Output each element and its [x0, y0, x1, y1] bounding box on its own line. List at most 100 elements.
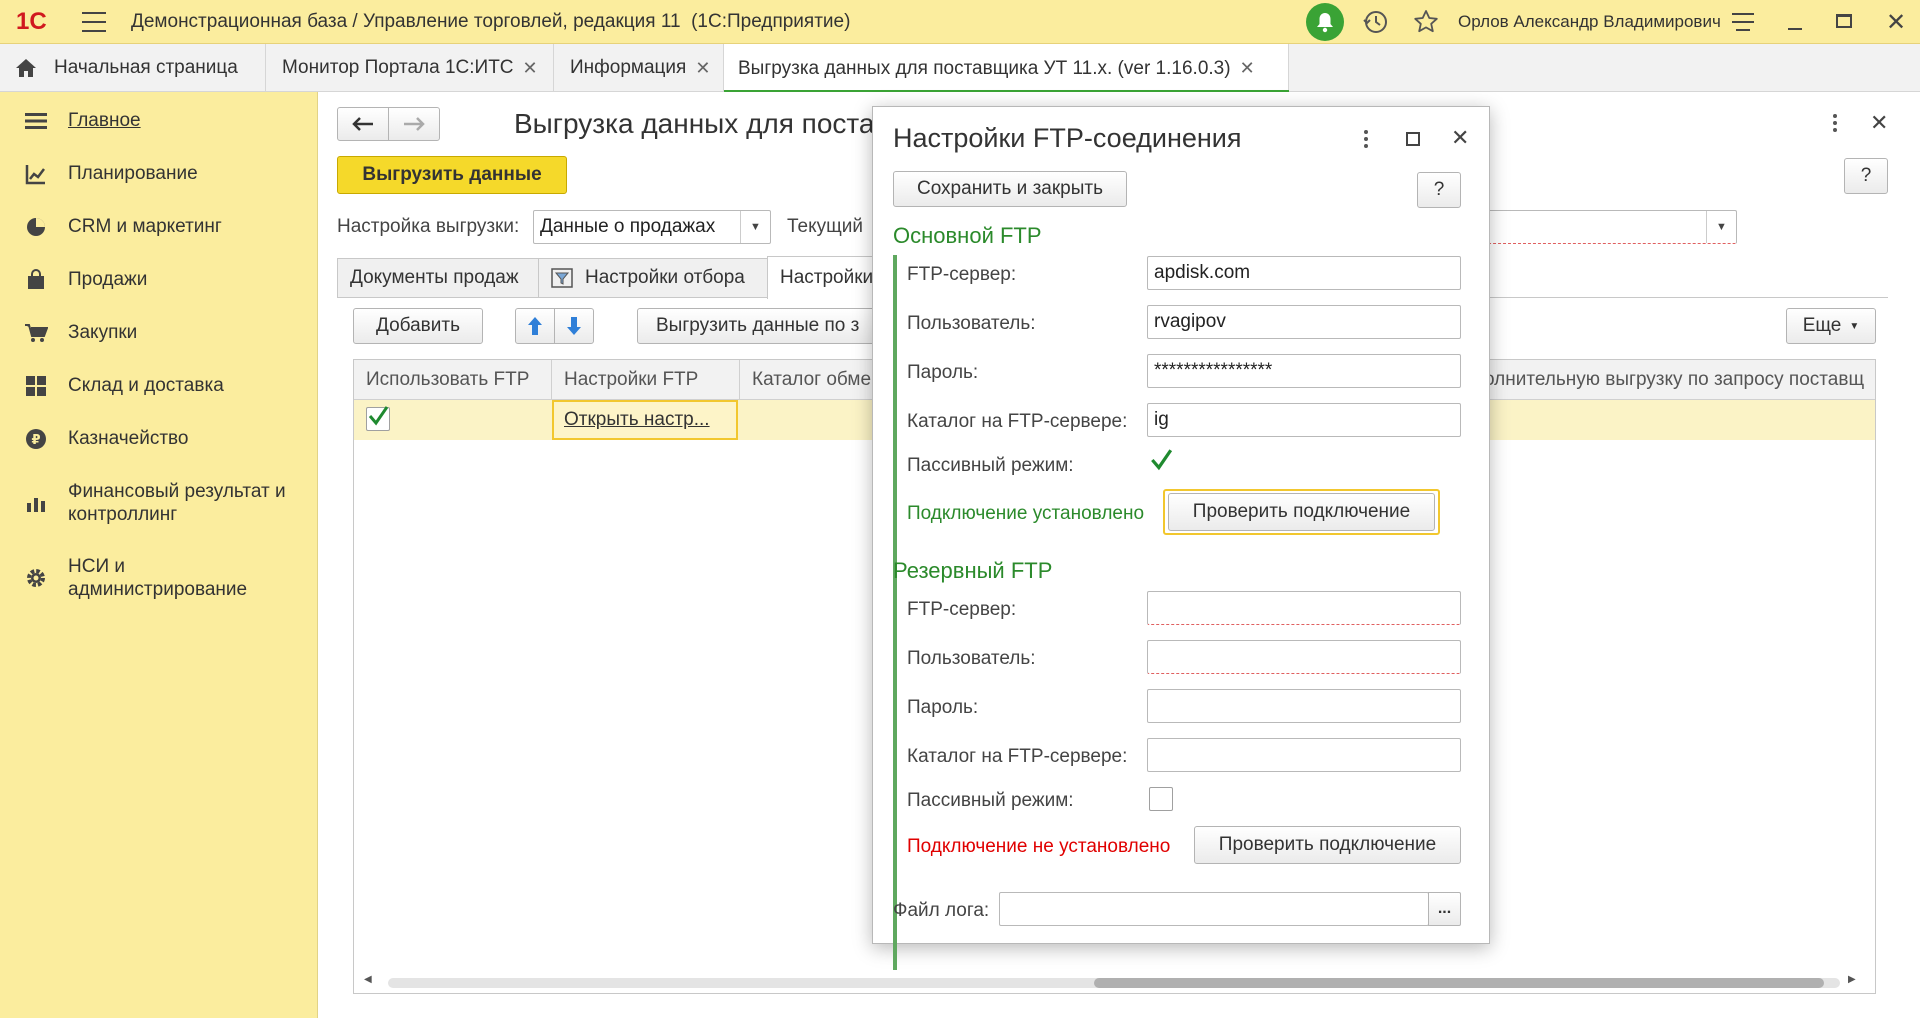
shopping-bag-icon	[22, 268, 50, 292]
horizontal-scrollbar[interactable]: ◀ ▶	[364, 974, 1864, 990]
sidebar-item-sales[interactable]: Продажи	[0, 265, 318, 295]
pie-chart-icon	[22, 215, 50, 239]
primary-user-field[interactable]: rvagipov	[1147, 305, 1461, 339]
settings-menu-icon[interactable]	[1732, 13, 1754, 31]
backup-dir-field[interactable]	[1147, 738, 1461, 772]
dropdown-arrow-icon[interactable]: ▼	[740, 211, 770, 243]
primary-password-value: ****************	[1154, 360, 1273, 381]
backup-password-field[interactable]	[1147, 689, 1461, 723]
minimize-icon[interactable]	[1788, 28, 1802, 30]
column-header[interactable]: Настройки FTP	[564, 369, 698, 391]
export-by-request-button[interactable]: Выгрузить данные по з	[637, 308, 897, 344]
planning-icon	[22, 162, 50, 186]
column-header[interactable]: Использовать FTP	[366, 369, 529, 391]
backup-user-field[interactable]	[1147, 640, 1461, 674]
sidebar-item-planning[interactable]: Планирование	[0, 159, 318, 189]
current-select[interactable]: ▼	[1479, 210, 1737, 244]
sidebar-item-label: НСИ и администрирование	[68, 556, 248, 600]
close-tab-icon[interactable]: ✕	[695, 58, 710, 79]
move-down-button[interactable]	[554, 308, 594, 344]
scroll-right-icon[interactable]: ▶	[1848, 974, 1856, 985]
column-header[interactable]: Каталог обме	[752, 369, 871, 391]
primary-passive-checkbox[interactable]	[1149, 449, 1173, 475]
tab-export-supplier[interactable]: Выгрузка данных для поставщика УТ 11.х. …	[724, 44, 1289, 93]
dropdown-arrow-icon: ▼	[1849, 320, 1860, 332]
log-file-field[interactable]	[999, 892, 1429, 926]
arrow-up-icon	[528, 317, 542, 335]
close-tab-icon[interactable]: ✕	[1240, 58, 1255, 79]
sidebar-item-main[interactable]: Главное	[0, 106, 318, 136]
scroll-left-icon[interactable]: ◀	[364, 974, 372, 985]
add-button[interactable]: Добавить	[353, 308, 483, 344]
primary-password-label: Пароль:	[907, 362, 979, 383]
primary-server-value: apdisk.com	[1154, 262, 1251, 283]
notification-bell-icon[interactable]	[1306, 3, 1344, 41]
tab-label: Настройки	[780, 267, 874, 288]
tab-label: Настройки отбора	[585, 267, 745, 288]
backup-server-field[interactable]	[1147, 591, 1461, 625]
more-button[interactable]: Еще ▼	[1786, 308, 1876, 344]
tab-label: Монитор Портала 1С:ИТС	[282, 57, 514, 78]
tab-sales-documents[interactable]: Документы продаж	[337, 258, 539, 298]
backup-status: Подключение не установлено	[907, 836, 1171, 857]
close-form-icon[interactable]: ✕	[1870, 110, 1888, 136]
use-ftp-checkbox[interactable]	[366, 406, 390, 431]
history-icon[interactable]	[1362, 8, 1390, 41]
main-menu-icon[interactable]	[82, 12, 106, 32]
log-file-browse-button[interactable]: ...	[1428, 892, 1461, 926]
close-window-icon[interactable]: ✕	[1886, 8, 1906, 37]
move-up-button[interactable]	[515, 308, 555, 344]
forward-button[interactable]	[388, 107, 440, 141]
sidebar: Главное Планирование CRM и маркетинг Про…	[0, 92, 318, 1018]
primary-server-field[interactable]: apdisk.com	[1147, 256, 1461, 290]
setting-label: Настройка выгрузки:	[337, 216, 520, 237]
column-divider	[739, 360, 740, 400]
form-help-button[interactable]: ?	[1844, 158, 1888, 194]
restore-icon[interactable]	[1836, 14, 1852, 28]
dialog-maximize-icon[interactable]	[1406, 132, 1420, 146]
primary-dir-value: ig	[1154, 409, 1169, 430]
user-name[interactable]: Орлов Александр Владимирович	[1458, 12, 1721, 32]
sidebar-item-crm[interactable]: CRM и маркетинг	[0, 212, 318, 242]
sidebar-item-warehouse[interactable]: Склад и доставка	[0, 371, 318, 401]
primary-user-value: rvagipov	[1154, 311, 1226, 332]
filter-icon	[551, 268, 573, 288]
dialog-help-button[interactable]: ?	[1417, 172, 1461, 208]
dropdown-arrow-icon[interactable]: ▼	[1706, 211, 1736, 243]
tab-its-monitor[interactable]: Монитор Портала 1С:ИТС ✕	[266, 44, 554, 92]
favorites-star-icon[interactable]	[1412, 8, 1440, 41]
sidebar-item-treasury[interactable]: ₽ Казначейство	[0, 424, 318, 454]
sidebar-item-admin[interactable]: НСИ и администрирование	[0, 553, 318, 603]
dialog-more-icon[interactable]	[1359, 127, 1373, 151]
scrollbar-thumb[interactable]	[1094, 978, 1824, 988]
form-more-icon[interactable]	[1825, 112, 1845, 134]
save-close-button[interactable]: Сохранить и закрыть	[893, 171, 1127, 207]
warehouse-grid-icon	[22, 374, 50, 398]
export-by-request-label: Выгрузить данные по з	[656, 315, 860, 336]
form-title: Выгрузка данных для поставщика УТ 11.х. …	[514, 108, 894, 139]
open-settings-link[interactable]: Открыть настр...	[552, 400, 738, 440]
back-button[interactable]	[337, 107, 389, 141]
app-logo[interactable]: 1С	[16, 8, 47, 36]
backup-passive-checkbox[interactable]	[1149, 787, 1173, 811]
sidebar-item-finance[interactable]: Финансовый результат и контроллинг	[0, 478, 318, 528]
sidebar-item-label: Продажи	[68, 269, 148, 290]
tab-filter-settings[interactable]: Настройки отбора	[538, 258, 768, 298]
backup-server-label: FTP-сервер:	[907, 599, 1017, 620]
primary-dir-label: Каталог на FTP-сервере:	[907, 411, 1128, 432]
sidebar-item-purchases[interactable]: Закупки	[0, 318, 318, 348]
primary-dir-field[interactable]: ig	[1147, 403, 1461, 437]
backup-check-button[interactable]: Проверить подключение	[1194, 826, 1461, 864]
primary-passive-label: Пассивный режим:	[907, 455, 1074, 476]
primary-check-button[interactable]: Проверить подключение	[1168, 493, 1435, 531]
primary-password-field[interactable]: ****************	[1147, 354, 1461, 388]
dialog-close-icon[interactable]: ✕	[1451, 125, 1469, 151]
tab-information[interactable]: Информация ✕	[554, 44, 724, 92]
backup-ftp-heading: Резервный FTP	[893, 558, 1053, 583]
tab-home[interactable]: Начальная страница	[0, 44, 266, 92]
column-header[interactable]: олнительную выгрузку по запросу поставщ	[1484, 369, 1869, 391]
setting-select[interactable]: Данные о продажах ▼	[533, 210, 771, 244]
tab-label: Информация	[570, 57, 687, 78]
close-tab-icon[interactable]: ✕	[523, 58, 538, 79]
upload-data-button[interactable]: Выгрузить данные	[337, 156, 567, 194]
